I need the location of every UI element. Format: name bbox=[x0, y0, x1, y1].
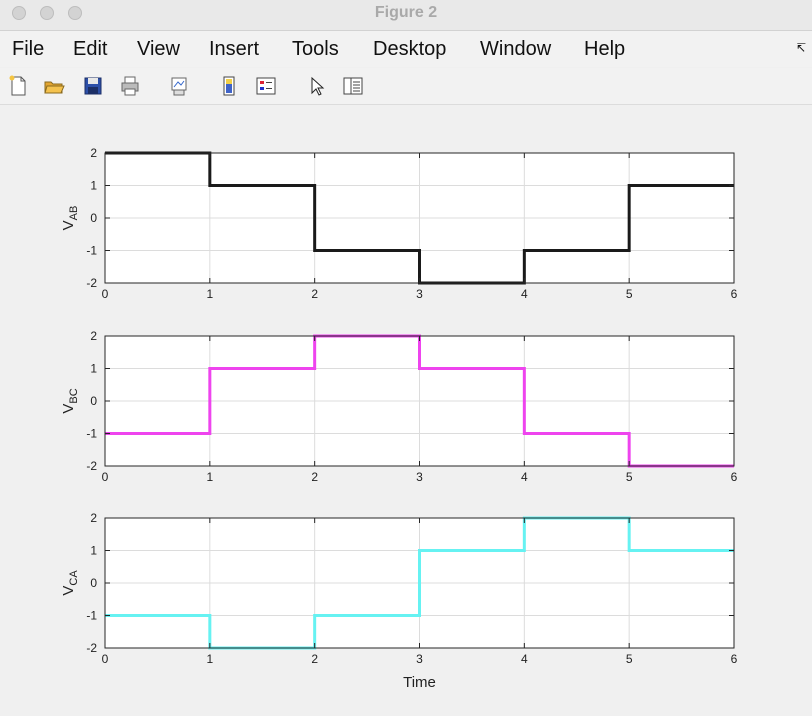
x-tick-label: 0 bbox=[102, 652, 109, 666]
window-title: Figure 2 bbox=[374, 4, 438, 21]
menu-edit[interactable]: Edit bbox=[73, 38, 107, 61]
x-tick-label: 2 bbox=[311, 652, 318, 666]
menu-help[interactable]: Help bbox=[584, 38, 625, 61]
y-tick-label: -2 bbox=[86, 276, 97, 290]
y-tick-label: -2 bbox=[86, 459, 97, 473]
menu-tools[interactable]: Tools bbox=[292, 38, 339, 61]
y-tick-label: 0 bbox=[90, 394, 97, 408]
y-axis-label-vab: VAB bbox=[60, 206, 80, 231]
print-icon[interactable] bbox=[119, 75, 141, 97]
property-inspector-icon[interactable] bbox=[342, 75, 364, 97]
x-tick-label: 5 bbox=[626, 652, 633, 666]
x-tick-label: 4 bbox=[521, 470, 528, 484]
x-tick-label: 0 bbox=[102, 470, 109, 484]
x-tick-label: 5 bbox=[626, 287, 633, 301]
x-tick-label: 2 bbox=[311, 470, 318, 484]
subplots: 0 1 2 3 4 5 6 -2 -1 0 1 2 VAB 0 1 2 3 4 5 6 -2 -1 0 1 2 VBC 0 1 2 3 4 5… bbox=[60, 146, 738, 691]
x-tick-label: 4 bbox=[521, 287, 528, 301]
y-tick-label: 0 bbox=[90, 576, 97, 590]
insert-legend-icon[interactable] bbox=[255, 75, 277, 97]
link-plot-icon[interactable] bbox=[168, 75, 190, 97]
y-tick-label: -2 bbox=[86, 641, 97, 655]
menu-file[interactable]: File bbox=[12, 38, 44, 61]
y-tick-label: -1 bbox=[86, 427, 97, 441]
x-tick-label: 1 bbox=[206, 287, 213, 301]
x-tick-label: 3 bbox=[416, 287, 423, 301]
x-tick-label: 6 bbox=[731, 652, 738, 666]
y-axis-label-vca: VCA bbox=[60, 570, 80, 596]
x-tick-label: 0 bbox=[102, 287, 109, 301]
x-tick-label: 5 bbox=[626, 470, 633, 484]
y-tick-label: 0 bbox=[90, 211, 97, 225]
x-tick-label: 6 bbox=[731, 470, 738, 484]
x-axis-label: Time bbox=[403, 674, 436, 691]
menu-view[interactable]: View bbox=[137, 38, 180, 61]
insert-colorbar-icon[interactable] bbox=[218, 75, 240, 97]
y-tick-label: 2 bbox=[90, 146, 97, 160]
y-tick-label: 2 bbox=[90, 329, 97, 343]
y-tick-label: 1 bbox=[90, 362, 97, 376]
y-tick-label: 1 bbox=[90, 544, 97, 558]
edit-plot-pointer-icon[interactable] bbox=[306, 75, 328, 97]
toolbar bbox=[0, 68, 812, 105]
x-tick-label: 1 bbox=[206, 652, 213, 666]
title-bar: Figure 2 bbox=[0, 0, 812, 31]
x-tick-label: 4 bbox=[521, 652, 528, 666]
save-icon[interactable] bbox=[82, 75, 104, 97]
figure-canvas: 0 1 2 3 4 5 6 -2 -1 0 1 2 VAB 0 1 2 3 4 5 6 -2 -1 0 1 2 VBC 0 1 2 3 4 5… bbox=[0, 105, 812, 716]
dock-arrow-icon[interactable]: ↸ bbox=[796, 41, 806, 55]
y-tick-label: 1 bbox=[90, 179, 97, 193]
y-tick-label: 2 bbox=[90, 511, 97, 525]
x-tick-label: 1 bbox=[206, 470, 213, 484]
x-tick-label: 3 bbox=[416, 652, 423, 666]
menu-insert[interactable]: Insert bbox=[209, 38, 259, 61]
x-tick-label: 3 bbox=[416, 470, 423, 484]
x-tick-label: 2 bbox=[311, 287, 318, 301]
new-figure-icon[interactable] bbox=[7, 75, 29, 97]
x-tick-label: 6 bbox=[731, 287, 738, 301]
y-tick-label: -1 bbox=[86, 244, 97, 258]
figure-window: Figure 2 File Edit View Insert Tools Des… bbox=[0, 0, 812, 716]
y-tick-label: -1 bbox=[86, 609, 97, 623]
menu-window[interactable]: Window bbox=[480, 38, 551, 61]
menu-desktop[interactable]: Desktop bbox=[373, 38, 446, 61]
y-axis-label-vbc: VBC bbox=[60, 388, 80, 413]
menu-bar: File Edit View Insert Tools Desktop Wind… bbox=[0, 31, 812, 67]
open-icon[interactable] bbox=[43, 75, 65, 97]
